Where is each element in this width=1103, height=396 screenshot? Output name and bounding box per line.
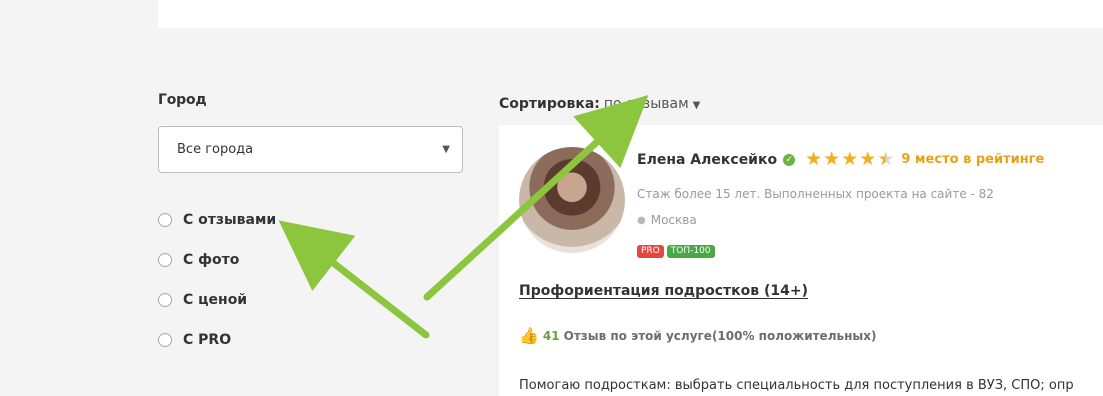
- city-select[interactable]: Все города ▼: [158, 126, 463, 173]
- sort-value[interactable]: по отзывам: [604, 96, 689, 112]
- filter-with-photo[interactable]: С фото: [158, 240, 468, 280]
- filter-option-label: С ценой: [183, 292, 248, 308]
- badge-group: PRO ТОП-100: [637, 245, 718, 258]
- reviews-text: Отзыв по этой услуге(100% положительных): [563, 328, 877, 343]
- city-label: Город: [158, 92, 207, 108]
- star-half-icon: ★: [877, 148, 895, 170]
- top-white-panel: [158, 0, 1103, 28]
- reviews-count: 41: [542, 328, 560, 343]
- specialist-name[interactable]: Елена Алексейко: [637, 152, 777, 168]
- specialist-card: Елена Алексейко ✓ ★ ★ ★ ★ ★ 9 место в ре…: [499, 125, 1103, 396]
- city-select-value: Все города: [177, 142, 254, 157]
- specialist-header: Елена Алексейко ✓ ★ ★ ★ ★ ★ 9 место в ре…: [637, 150, 1044, 169]
- radio-icon[interactable]: [158, 293, 172, 307]
- filter-with-pro[interactable]: С PRO: [158, 320, 468, 360]
- service-reviews[interactable]: 👍 41 Отзыв по этой услуге(100% положител…: [519, 326, 876, 345]
- chevron-down-icon[interactable]: ▼: [693, 100, 701, 111]
- city-name: Москва: [650, 213, 697, 227]
- filter-sidebar: Город Все города ▼ С отзывами С фото С ц…: [158, 92, 468, 360]
- filter-option-label: С PRO: [183, 332, 232, 348]
- filter-option-label: С отзывами: [183, 212, 277, 228]
- star-icon: ★: [859, 148, 877, 170]
- filter-with-price[interactable]: С ценой: [158, 280, 468, 320]
- service-description: Помогаю подросткам: выбрать специальност…: [519, 378, 1074, 393]
- star-icon: ★: [841, 148, 859, 170]
- radio-icon[interactable]: [158, 213, 172, 227]
- sort-control[interactable]: Сортировка: по отзывам ▼: [499, 96, 700, 112]
- rating-stars: ★ ★ ★ ★ ★: [805, 150, 895, 169]
- filter-options: С отзывами С фото С ценой С PRO: [158, 200, 468, 360]
- avatar[interactable]: [519, 147, 625, 253]
- service-title-link[interactable]: Профориентация подростков (14+): [519, 283, 808, 299]
- top100-badge: ТОП-100: [666, 245, 715, 258]
- rating-place[interactable]: 9 место в рейтинге: [901, 152, 1044, 167]
- radio-icon[interactable]: [158, 333, 172, 347]
- radio-icon[interactable]: [158, 253, 172, 267]
- star-icon: ★: [805, 148, 823, 170]
- filter-with-reviews[interactable]: С отзывами: [158, 200, 468, 240]
- sort-label: Сортировка:: [499, 96, 600, 112]
- experience-text: Стаж более 15 лет. Выполненных проекта н…: [637, 187, 994, 201]
- thumbs-up-icon: 👍: [519, 326, 539, 345]
- star-icon: ★: [823, 148, 841, 170]
- filter-option-label: С фото: [183, 252, 240, 268]
- chevron-down-icon: ▼: [442, 144, 450, 155]
- specialist-city: ● Москва: [637, 213, 697, 227]
- location-pin-icon: ●: [637, 214, 646, 226]
- check-circle-icon: ✓: [783, 153, 796, 166]
- pro-badge: PRO: [637, 245, 664, 258]
